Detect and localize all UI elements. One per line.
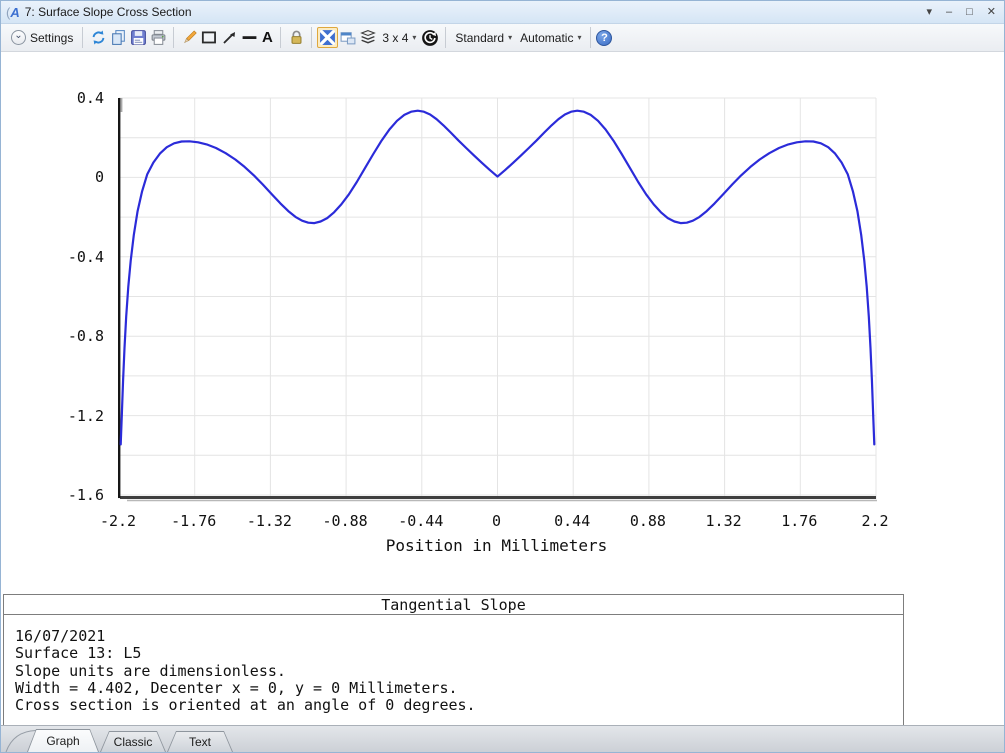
toolbar-separator: [280, 27, 282, 48]
close-button[interactable]: ✕: [987, 6, 996, 18]
toolbar-separator: [82, 27, 84, 48]
slope-plot: [118, 97, 877, 502]
maximize-button[interactable]: □: [966, 6, 973, 18]
grid-size-dropdown[interactable]: 3 x 4 ▾: [378, 29, 420, 47]
caret-down-icon: ▾: [412, 33, 417, 42]
caret-down-icon: ▾: [508, 33, 513, 42]
chevron-down-icon: ⌄: [11, 30, 26, 45]
annotate-text-button[interactable]: A: [259, 29, 275, 46]
help-button[interactable]: ?: [596, 29, 613, 46]
y-tick-label: -1.2: [67, 406, 104, 425]
annotate-pencil-button[interactable]: [179, 28, 199, 48]
tab-label: Graph: [46, 733, 80, 748]
lock-icon: [291, 30, 302, 44]
rectangle-icon: [202, 31, 217, 44]
copy-to-window-icon: [340, 32, 356, 45]
x-tick-label: 1.76: [781, 512, 818, 530]
overlay-series-button[interactable]: [358, 28, 378, 48]
x-tick-label: 0.88: [629, 512, 666, 530]
x-tick-label: -1.32: [246, 512, 292, 530]
print-icon: [151, 30, 166, 45]
scale-to-fit-button[interactable]: [317, 27, 339, 48]
refresh-button[interactable]: [88, 28, 108, 48]
print-button[interactable]: [148, 28, 168, 48]
y-tick-label: -1.6: [67, 486, 104, 504]
tab-bar: Graph Classic Text: [1, 725, 1004, 752]
refresh-icon: [92, 30, 105, 45]
x-tick-label: 0: [491, 512, 502, 530]
tab-label: Classic: [113, 734, 153, 749]
save-button[interactable]: [128, 28, 148, 48]
tab-classic[interactable]: Classic: [100, 731, 166, 752]
x-axis-title: Position in Millimeters: [385, 536, 608, 555]
annotate-arrow-button[interactable]: [219, 28, 239, 48]
toolbar-separator: [590, 27, 592, 48]
toolbar-separator: [445, 27, 447, 48]
report-line: Cross section is oriented at an angle of…: [15, 696, 476, 715]
copy-to-window-button[interactable]: [338, 28, 358, 48]
pencil-icon: [183, 30, 197, 44]
tab-graph[interactable]: Graph: [27, 729, 99, 752]
x-tick-label: 2.2: [861, 512, 889, 530]
x-tick-label: 1.32: [705, 512, 742, 530]
report-title: Tangential Slope: [4, 595, 903, 615]
auto-apply-icon: [422, 29, 439, 46]
auto-apply-button[interactable]: [420, 28, 440, 48]
x-tick-label: -0.88: [322, 512, 368, 530]
toolbar: ⌄ Settings A 3 x 4 ▾ Standard ▾ Automati…: [1, 24, 1004, 52]
toolbar-separator: [173, 27, 175, 48]
y-tick-label: 0.4: [76, 89, 104, 107]
standard-dropdown[interactable]: Standard ▾: [451, 29, 516, 47]
tab-text[interactable]: Text: [167, 731, 233, 752]
scale-to-fit-icon: [320, 30, 336, 45]
line-icon: [242, 36, 257, 39]
x-tick-label: 0.44: [554, 512, 591, 530]
automatic-dropdown[interactable]: Automatic ▾: [516, 29, 585, 47]
x-tick-label: -1.76: [171, 512, 217, 530]
settings-button[interactable]: ⌄ Settings: [7, 28, 77, 47]
report-body: 16/07/2021 Surface 13: L5 Slope units are …: [4, 615, 903, 714]
y-axis-labels: 0.4 0 -0.4 -0.8 -1.2 -1.6: [31, 89, 111, 504]
tab-label: Text: [188, 734, 211, 749]
copy-button[interactable]: [108, 28, 128, 48]
y-tick-label: 0: [94, 168, 104, 187]
overlay-series-icon: [360, 30, 377, 44]
window-title: 7: Surface Slope Cross Section: [24, 5, 192, 19]
app-window: (A 7: Surface Slope Cross Section ▾ – □ …: [0, 0, 1005, 753]
report-line: 16/07/2021: [15, 627, 106, 645]
save-icon: [130, 30, 146, 45]
x-tick-label: -0.44: [398, 512, 444, 530]
annotate-rectangle-button[interactable]: [199, 28, 219, 48]
copy-icon: [111, 30, 125, 45]
report-line: Surface 13: L5: [15, 644, 142, 663]
y-tick-label: -0.4: [67, 247, 104, 266]
text-report-panel: Tangential Slope 16/07/2021 Surface 13: L…: [3, 594, 904, 727]
lock-button[interactable]: [286, 28, 306, 48]
caret-down-icon: ▾: [577, 33, 582, 42]
report-line: Width = 4.402, Decenter x = 0, y = 0 Mil…: [15, 678, 458, 697]
x-axis-labels: -2.2 -1.76 -1.32 -0.88 -0.44 0 0.44 0.88 1.32 1.7…: [100, 512, 889, 530]
window-controls: ▾ – □ ✕: [926, 6, 996, 18]
chart-area: 0.4 0 -0.4 -0.8 -1.2 -1.6 -2.2 -1.76 -1.32 -0.88…: [1, 52, 1004, 728]
titlebar: (A 7: Surface Slope Cross Section ▾ – □ …: [1, 1, 1004, 24]
y-tick-label: -0.8: [67, 327, 104, 346]
toolbar-separator: [311, 27, 313, 48]
window-shade-button[interactable]: ▾: [926, 6, 932, 18]
arrow-icon: [223, 31, 235, 44]
report-line: Slope units are dimensionless.: [15, 661, 286, 680]
minimize-button[interactable]: –: [946, 6, 952, 18]
x-tick-label: -2.2: [99, 512, 137, 530]
annotate-line-button[interactable]: [239, 28, 259, 48]
app-logo-icon: (A: [6, 4, 20, 20]
